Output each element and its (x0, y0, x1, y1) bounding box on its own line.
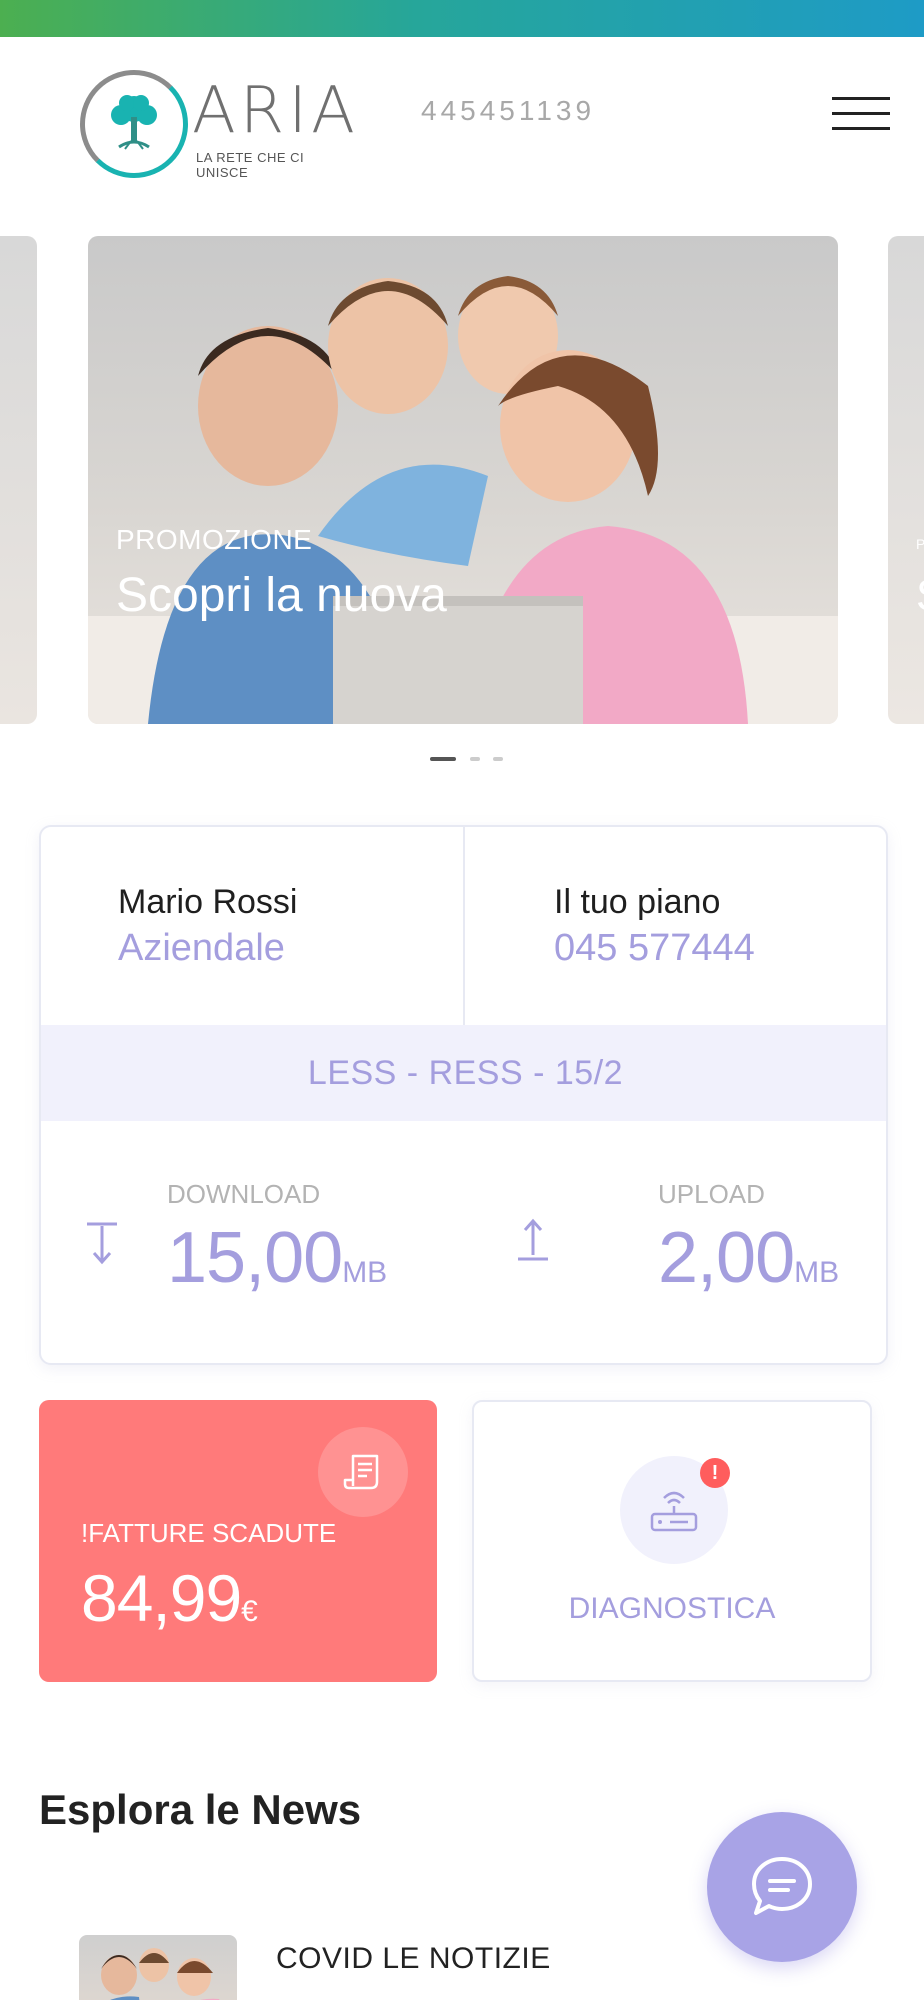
carousel-dot[interactable] (470, 757, 480, 761)
customer-phone-number: 445451139 (421, 95, 596, 126)
tree-logo-icon (80, 70, 188, 178)
brand-logo[interactable]: ARIA LA RETE CHE CI UNISCE (80, 70, 360, 182)
slide-kicker: PROMOZIONE (116, 524, 313, 555)
upload-unit: MB (794, 1256, 840, 1289)
receipt-icon (343, 1454, 379, 1490)
news-thumbnail-image[interactable] (79, 1935, 237, 2000)
promo-carousel[interactable]: PROMOZIONE Scopri la nuova P S (0, 236, 924, 761)
carousel-active-slide[interactable]: PROMOZIONE Scopri la nuova (88, 236, 838, 724)
brand-name: ARIA (192, 74, 359, 148)
upload-arrow-icon (518, 1218, 548, 1261)
hamburger-menu-button[interactable] (832, 95, 890, 133)
upload-label: UPLOAD (658, 1179, 765, 1209)
slide-title: Scopri la nuova (116, 569, 447, 622)
carousel-pagination (0, 757, 924, 765)
diagnostics-alert-badge: ! (700, 1458, 730, 1488)
customer-info: Mario Rossi Aziendale (41, 827, 465, 1025)
diagnostics-tile[interactable]: ! DIAGNOSTICA (472, 1400, 872, 1682)
brand-tagline: LA RETE CHE CI UNISCE (196, 150, 305, 180)
download-arrow-icon (87, 1222, 117, 1265)
upload-value-group: 2,00MB (658, 1217, 839, 1299)
chat-bubble-icon (752, 1857, 812, 1915)
overdue-bills-amount-group: 84,99€ (81, 1560, 258, 1636)
carousel-dot[interactable] (493, 757, 503, 761)
plan-name: LESS - RESS - 15/2 (41, 1025, 886, 1121)
upload-value: 2,00 (658, 1218, 795, 1298)
router-icon (650, 1491, 698, 1532)
customer-name: Mario Rossi (118, 883, 298, 921)
next-slide-title: S (916, 571, 924, 621)
download-value-group: 15,00MB (167, 1217, 387, 1299)
overdue-bills-tile[interactable]: !FATTURE SCADUTE 84,99€ (39, 1400, 437, 1682)
plan-label: Il tuo piano (554, 883, 721, 921)
family-photo-image (88, 276, 838, 724)
receipt-icon-badge (318, 1427, 408, 1517)
currency-symbol: € (241, 1595, 258, 1628)
hamburger-menu-icon (832, 97, 890, 100)
carousel-dot[interactable] (430, 757, 456, 761)
diagnostics-label: DIAGNOSTICA (568, 1592, 776, 1625)
news-section-title: Esplora le News (39, 1786, 362, 1833)
overdue-bills-amount: 84,99 (81, 1561, 242, 1635)
download-value: 15,00 (167, 1218, 343, 1298)
download-unit: MB (342, 1256, 388, 1289)
overdue-bills-label: !FATTURE SCADUTE (81, 1518, 337, 1548)
top-accent-bar (0, 0, 924, 37)
customer-type: Aziendale (118, 927, 285, 969)
carousel-next-slide[interactable]: P S (888, 236, 924, 724)
app-header: ARIA LA RETE CHE CI UNISCE 445451139 (0, 37, 924, 217)
download-label: DOWNLOAD (167, 1179, 321, 1209)
chat-button[interactable] (707, 1812, 857, 1962)
news-item-title[interactable]: COVID LE NOTIZIE (276, 1942, 551, 1976)
download-usage: DOWNLOAD 15,00MB (41, 1121, 465, 1363)
plan-info: Il tuo piano 045 577444 (466, 827, 886, 1025)
carousel-prev-slide[interactable] (0, 236, 37, 724)
next-slide-kicker: P (916, 536, 924, 552)
upload-usage: UPLOAD 2,00MB (466, 1121, 886, 1363)
plan-number: 045 577444 (554, 927, 755, 969)
account-summary-card: Mario Rossi Aziendale Il tuo piano 045 5… (39, 825, 888, 1365)
